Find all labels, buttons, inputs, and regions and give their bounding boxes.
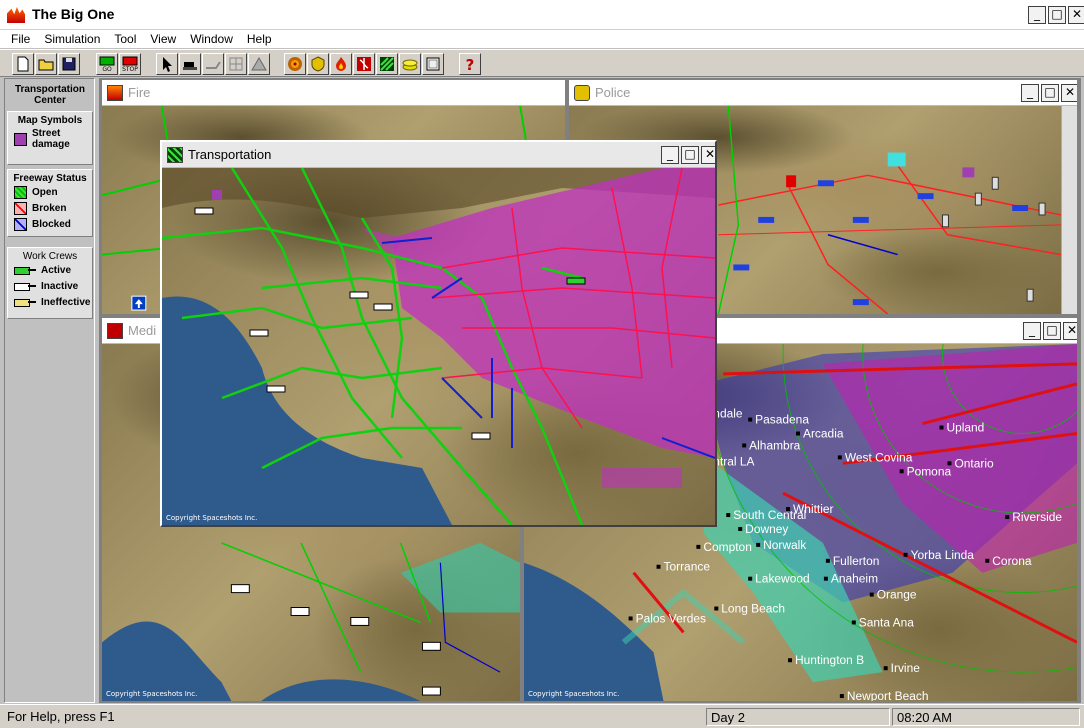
legend-row-open: Open xyxy=(8,184,92,200)
open-label: Open xyxy=(32,186,58,198)
transportation-copyright: Copyright Spaceshots Inc. xyxy=(166,514,258,522)
transportation-window[interactable]: Transportation _ □ ✕ Copyright Spaceshot… xyxy=(160,140,717,527)
police-badge-icon[interactable] xyxy=(307,53,329,75)
menu-file[interactable]: File xyxy=(4,30,37,48)
legend-header-text: Transportation Center xyxy=(14,84,85,106)
active-label: Active xyxy=(41,264,72,276)
police-maximize-button[interactable]: □ xyxy=(1041,84,1059,102)
legend-header: Transportation Center xyxy=(7,81,93,107)
status-help-text: For Help, press F1 xyxy=(7,709,115,724)
broken-label: Broken xyxy=(32,202,67,214)
blocked-swatch xyxy=(14,217,27,231)
overview-maximize-button[interactable]: □ xyxy=(1043,322,1061,340)
statusbar: For Help, press F1 Day 2 08:20 AM xyxy=(0,704,1084,728)
mdi-area: Fire Police _ □ ✕ Medi Copyright Spacesh… xyxy=(99,78,1081,703)
map-symbols-box: Map Symbols Street damage xyxy=(7,111,93,165)
freeway-status-box: Freeway Status Open Broken Blocked xyxy=(7,169,93,237)
fire-icon[interactable] xyxy=(330,53,352,75)
transportation-window-titlebar[interactable]: Transportation _ □ ✕ xyxy=(162,142,715,168)
inactive-crew-icon xyxy=(14,281,36,291)
legend-row-inactive: Inactive xyxy=(8,278,92,294)
utilities-icon[interactable] xyxy=(399,53,421,75)
app-titlebar: The Big One _ □ ✕ xyxy=(0,0,1084,30)
transportation-maximize-button[interactable]: □ xyxy=(681,146,699,164)
save-disk-icon[interactable] xyxy=(58,53,80,75)
work-crews-box: Work Crews Active Inactive Ineffective xyxy=(7,247,93,319)
fire-window-title: Fire xyxy=(128,85,151,100)
app-fire-icon[interactable] xyxy=(7,7,25,23)
menubar: File Simulation Tool View Window Help xyxy=(0,30,1084,48)
go-icon[interactable]: GO xyxy=(96,53,118,75)
police-minimize-button[interactable]: _ xyxy=(1021,84,1039,102)
transportation-close-button[interactable]: ✕ xyxy=(701,146,715,164)
pointer-icon[interactable] xyxy=(156,53,178,75)
bulldozer-icon[interactable] xyxy=(179,53,201,75)
menu-simulation[interactable]: Simulation xyxy=(37,30,107,48)
help-icon[interactable]: ? xyxy=(459,53,481,75)
medical-icon xyxy=(107,323,123,339)
inactive-label: Inactive xyxy=(41,280,79,292)
seismic-icon[interactable] xyxy=(284,53,306,75)
close-button[interactable]: ✕ xyxy=(1068,6,1084,24)
legend-row-broken: Broken xyxy=(8,200,92,216)
ineffective-crew-icon xyxy=(14,297,36,307)
app-title: The Big One xyxy=(32,6,115,22)
police-window-title: Police xyxy=(595,85,631,100)
report-icon[interactable] xyxy=(422,53,444,75)
fire-window-titlebar[interactable]: Fire xyxy=(102,80,565,106)
street-damage-label: Street damage xyxy=(32,128,70,150)
police-scrollbar[interactable] xyxy=(1061,106,1077,314)
grid-icon[interactable] xyxy=(225,53,247,75)
menu-view[interactable]: View xyxy=(143,30,183,48)
ineffective-label: Ineffective xyxy=(41,296,91,308)
maximize-button[interactable]: □ xyxy=(1048,6,1066,24)
transportation-minimize-button[interactable]: _ xyxy=(661,146,679,164)
minimize-button[interactable]: _ xyxy=(1028,6,1046,24)
svg-text:?: ? xyxy=(466,56,475,74)
fire-icon xyxy=(107,85,123,101)
transportation-icon xyxy=(167,147,183,163)
svg-text:GO: GO xyxy=(102,66,112,73)
freeway-status-title: Freeway Status xyxy=(13,173,87,184)
svg-text:STOP: STOP xyxy=(122,66,138,73)
open-swatch xyxy=(14,185,27,199)
transportation-icon[interactable] xyxy=(376,53,398,75)
tent-icon[interactable] xyxy=(248,53,270,75)
medical-copyright: Copyright Spaceshots Inc. xyxy=(106,690,198,698)
police-close-button[interactable]: ✕ xyxy=(1061,84,1077,102)
map-symbols-title: Map Symbols xyxy=(17,115,83,126)
blocked-label: Blocked xyxy=(32,218,71,230)
police-badge-icon xyxy=(574,85,590,101)
status-day: Day 2 xyxy=(706,708,890,726)
status-time: 08:20 AM xyxy=(892,708,1080,726)
overview-minimize-button[interactable]: _ xyxy=(1023,322,1041,340)
legend-row-active: Active xyxy=(8,262,92,278)
menu-help[interactable]: Help xyxy=(240,30,279,48)
overview-close-button[interactable]: ✕ xyxy=(1063,322,1077,340)
stop-icon[interactable]: STOP xyxy=(119,53,141,75)
toolbar: GO STOP ? xyxy=(0,49,1084,77)
new-file-icon[interactable] xyxy=(12,53,34,75)
overview-copyright: Copyright Spaceshots Inc. xyxy=(528,690,620,698)
active-crew-icon xyxy=(14,265,36,275)
legend-row-ineffective: Ineffective xyxy=(8,294,92,310)
transportation-map[interactable]: Copyright Spaceshots Inc. xyxy=(162,168,715,525)
legend-row-blocked: Blocked xyxy=(8,216,92,232)
legend-panel: Transportation Center Map Symbols Street… xyxy=(4,78,95,703)
transportation-window-title: Transportation xyxy=(188,147,272,162)
legend-row-street-damage: Street damage xyxy=(8,126,92,152)
open-folder-icon[interactable] xyxy=(35,53,57,75)
broken-swatch xyxy=(14,201,27,215)
medical-icon[interactable] xyxy=(353,53,375,75)
crane-icon[interactable] xyxy=(202,53,224,75)
medical-window-title: Medi xyxy=(128,323,157,338)
menu-tool[interactable]: Tool xyxy=(107,30,143,48)
street-damage-swatch xyxy=(14,132,27,146)
menu-window[interactable]: Window xyxy=(183,30,240,48)
work-crews-title: Work Crews xyxy=(22,251,78,262)
police-window-titlebar[interactable]: Police _ □ ✕ xyxy=(569,80,1077,106)
